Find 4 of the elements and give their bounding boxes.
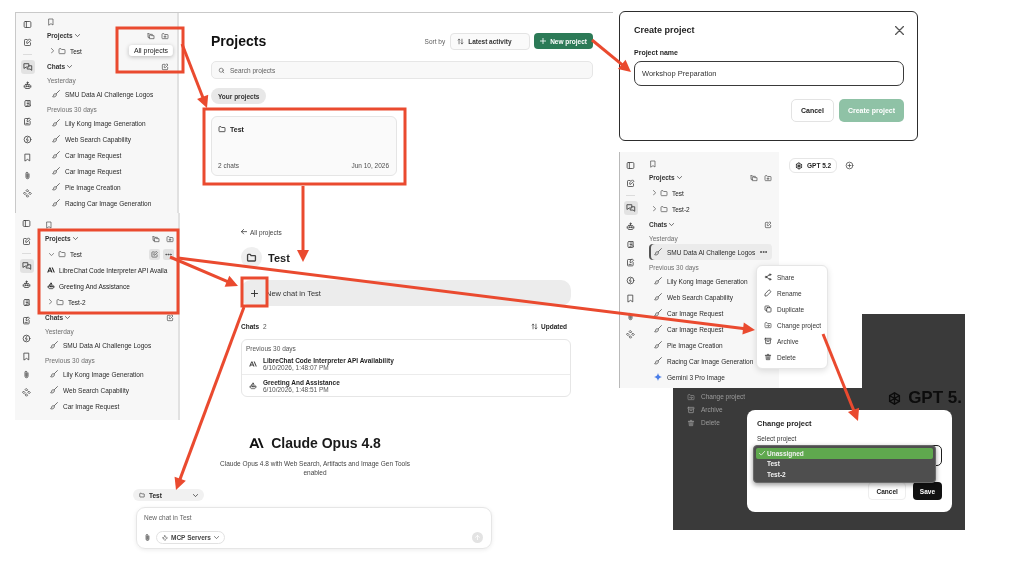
dialog-title: Create project <box>634 25 695 35</box>
project-title: Test <box>268 251 290 264</box>
page-title: Projects <box>211 33 267 49</box>
model-title: Claude Opus 4.8 <box>271 435 381 451</box>
